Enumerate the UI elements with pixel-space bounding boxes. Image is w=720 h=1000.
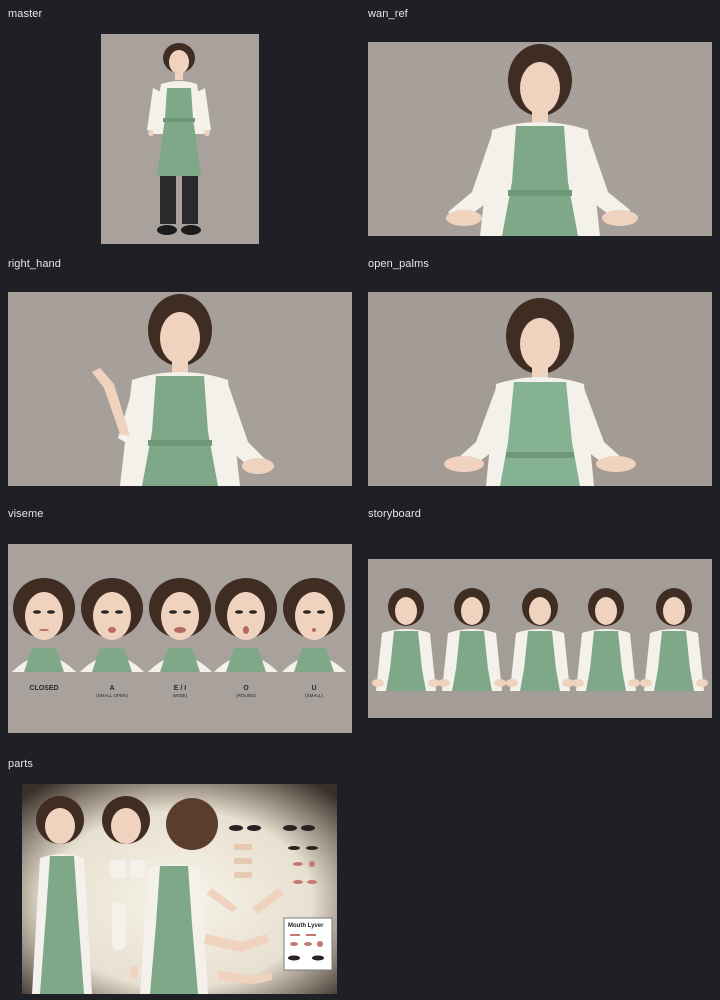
viseme-thumbnail[interactable]: CLOSED A (SMALL OPEN) E / I (WIDE) O (RO… xyxy=(8,544,352,733)
item-label: open_palms xyxy=(368,258,429,270)
item-label: parts xyxy=(8,758,33,770)
gallery-item-open-palms[interactable]: open_palms xyxy=(368,250,712,490)
character-full-body-image xyxy=(101,34,259,244)
item-label: wan_ref xyxy=(368,8,408,20)
viseme-sheet-image: CLOSED A (SMALL OPEN) E / I (WIDE) O (RO… xyxy=(8,544,352,733)
viseme-desc-ei: (WIDE) xyxy=(173,693,188,698)
storyboard-thumbnail[interactable] xyxy=(368,559,712,718)
viseme-label-o: O xyxy=(243,685,249,692)
character-waving-image xyxy=(8,292,352,486)
item-label: viseme xyxy=(8,508,44,520)
viseme-label-closed: CLOSED xyxy=(29,685,58,692)
character-open-palms-image xyxy=(368,292,712,486)
viseme-label-u: U xyxy=(311,685,316,692)
master-thumbnail[interactable] xyxy=(101,34,259,244)
viseme-label-ei: E / I xyxy=(174,685,187,692)
parts-thumbnail[interactable]: Mouth Lyver xyxy=(22,784,337,994)
viseme-desc-o: (ROUND) xyxy=(236,693,256,698)
gallery-item-storyboard[interactable]: storyboard xyxy=(368,500,712,740)
viseme-label-a: A xyxy=(109,685,114,692)
item-label: master xyxy=(8,8,43,20)
gallery-item-right-hand[interactable]: right_hand xyxy=(8,250,352,490)
wan-ref-thumbnail[interactable] xyxy=(368,42,712,236)
item-label: storyboard xyxy=(368,508,421,520)
viseme-desc-a: (SMALL OPEN) xyxy=(96,693,128,698)
right-hand-thumbnail[interactable] xyxy=(8,292,352,486)
mouth-panel-title: Mouth Lyver xyxy=(288,923,324,929)
gallery-item-parts[interactable]: parts Mouth Lyver xyxy=(8,750,352,994)
gallery-item-wan-ref[interactable]: wan_ref xyxy=(368,0,712,240)
gallery-item-master[interactable]: master xyxy=(8,0,352,244)
storyboard-image xyxy=(368,559,712,718)
viseme-desc-u: (SMALL) xyxy=(305,693,323,698)
character-open-arms-image xyxy=(368,42,712,236)
item-label: right_hand xyxy=(8,258,61,270)
parts-sheet-image: Mouth Lyver xyxy=(22,784,337,994)
open-palms-thumbnail[interactable] xyxy=(368,292,712,486)
gallery-item-viseme[interactable]: viseme CLOSED A (SMALL OPEN) E / I (WIDE… xyxy=(8,500,352,740)
